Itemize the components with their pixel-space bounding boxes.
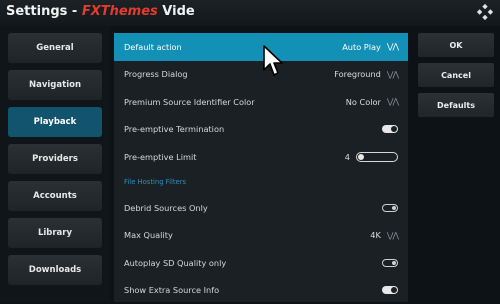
sidebar-item-navigation[interactable]: Navigation bbox=[8, 70, 102, 100]
mouse-cursor-icon bbox=[262, 44, 286, 78]
ok-label: OK bbox=[450, 41, 463, 50]
window-header: Settings - FXThemes Vide bbox=[0, 0, 500, 26]
setting-label: Default action bbox=[124, 42, 182, 52]
setting-value: No Color bbox=[346, 97, 381, 107]
setting-default-action[interactable]: Default action Auto Play ⋁⋀ bbox=[114, 33, 408, 61]
sidebar-item-label: Navigation bbox=[29, 80, 81, 90]
setting-premium-source-color[interactable]: Premium Source Identifier Color No Color… bbox=[114, 88, 408, 116]
title-suffix: Vide bbox=[158, 4, 195, 19]
setting-preemptive-limit[interactable]: Pre-emptive Limit 4 bbox=[114, 143, 408, 171]
setting-extra-source-info[interactable]: Show Extra Source Info bbox=[114, 277, 408, 304]
spinner-arrows-icon[interactable]: ⋁⋀ bbox=[387, 70, 398, 79]
spinner-arrows-icon[interactable]: ⋁⋀ bbox=[387, 42, 398, 51]
sidebar-item-general[interactable]: General bbox=[8, 33, 102, 63]
sidebar-item-providers[interactable]: Providers bbox=[8, 144, 102, 174]
cancel-label: Cancel bbox=[441, 71, 471, 80]
toggle-off[interactable] bbox=[382, 259, 398, 267]
sidebar-item-library[interactable]: Library bbox=[8, 218, 102, 248]
limit-slider[interactable] bbox=[356, 152, 398, 162]
setting-value: Foreground bbox=[334, 69, 381, 79]
sidebar-item-playback[interactable]: Playback bbox=[8, 107, 102, 137]
addon-name: FXThemes bbox=[82, 4, 158, 19]
setting-label: Pre-emptive Termination bbox=[124, 124, 224, 134]
setting-value: 4 bbox=[345, 152, 350, 162]
setting-label: Debrid Sources Only bbox=[124, 203, 208, 213]
setting-autoplay-sd[interactable]: Autoplay SD Quality only bbox=[114, 249, 408, 277]
toggle-on[interactable] bbox=[382, 125, 398, 133]
setting-progress-dialog[interactable]: Progress Dialog Foreground ⋁⋀ bbox=[114, 61, 408, 89]
sidebar-item-label: Accounts bbox=[33, 191, 77, 201]
setting-label: Progress Dialog bbox=[124, 69, 188, 79]
setting-debrid-only[interactable]: Debrid Sources Only bbox=[114, 194, 408, 222]
setting-max-quality[interactable]: Max Quality 4K ⋁⋀ bbox=[114, 222, 408, 250]
setting-value: Auto Play bbox=[342, 42, 381, 52]
defaults-label: Defaults bbox=[437, 101, 475, 110]
cancel-button[interactable]: Cancel bbox=[418, 63, 494, 87]
sidebar-item-downloads[interactable]: Downloads bbox=[8, 255, 102, 285]
spinner-arrows-icon[interactable]: ⋁⋀ bbox=[387, 97, 398, 106]
toggle-off[interactable] bbox=[382, 204, 398, 212]
section-label: File Hosting Filters bbox=[124, 178, 186, 186]
sidebar-item-label: Playback bbox=[34, 117, 77, 127]
setting-label: Autoplay SD Quality only bbox=[124, 258, 226, 268]
sidebar-item-label: Downloads bbox=[29, 265, 81, 275]
setting-label: Premium Source Identifier Color bbox=[124, 97, 255, 107]
sidebar-item-label: Library bbox=[38, 228, 72, 238]
kodi-logo-icon bbox=[476, 3, 494, 21]
sidebar-item-accounts[interactable]: Accounts bbox=[8, 181, 102, 211]
sidebar: General Navigation Playback Providers Ac… bbox=[0, 26, 110, 302]
setting-label: Show Extra Source Info bbox=[124, 285, 219, 295]
settings-list: Default action Auto Play ⋁⋀ Progress Dial… bbox=[114, 33, 408, 302]
setting-preemptive-termination[interactable]: Pre-emptive Termination bbox=[114, 116, 408, 144]
sidebar-item-label: Providers bbox=[32, 154, 78, 164]
sidebar-item-label: General bbox=[36, 43, 73, 53]
title-prefix: Settings - bbox=[6, 4, 82, 19]
defaults-button[interactable]: Defaults bbox=[418, 93, 494, 117]
window-title: Settings - FXThemes Vide bbox=[6, 4, 195, 19]
setting-value: 4K bbox=[370, 230, 381, 240]
spinner-arrows-icon[interactable]: ⋁⋀ bbox=[387, 231, 398, 240]
ok-button[interactable]: OK bbox=[418, 33, 494, 57]
section-header: File Hosting Filters bbox=[114, 171, 408, 193]
toggle-on[interactable] bbox=[382, 286, 398, 294]
setting-label: Pre-emptive Limit bbox=[124, 152, 196, 162]
setting-label: Max Quality bbox=[124, 230, 173, 240]
